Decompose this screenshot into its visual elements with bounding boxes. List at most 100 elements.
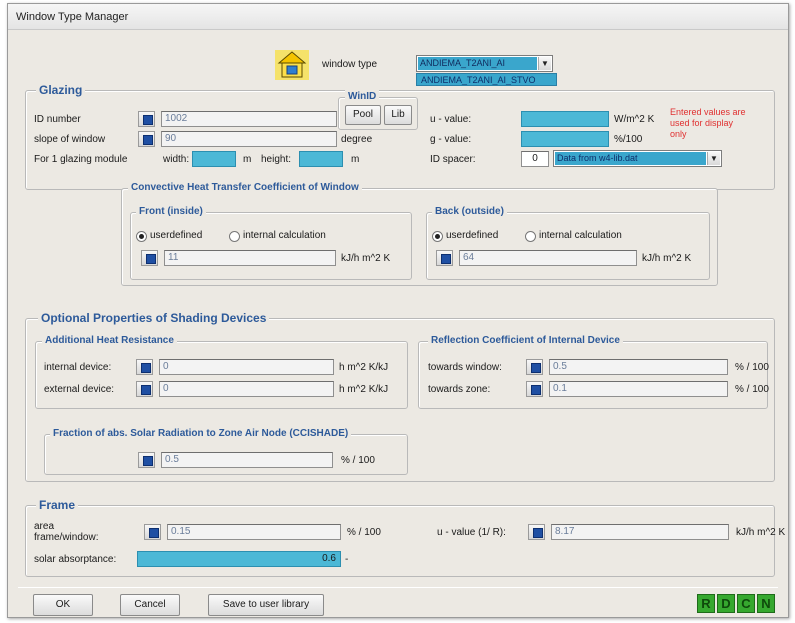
resistance-group xyxy=(35,341,408,409)
spacer-source-value: Data from w4-lib.dat xyxy=(555,152,706,165)
window-type-value: ANDIEMA_T2ANI_AI xyxy=(418,57,537,70)
d-button[interactable]: D xyxy=(717,594,735,613)
frame-u-value-unit: kJ/h m^2 K xyxy=(736,527,786,538)
footer-divider xyxy=(18,587,778,588)
title-bar: Window Type Manager xyxy=(8,4,788,30)
back-internal-label: internal calculation xyxy=(539,230,622,241)
reflection-group xyxy=(418,341,768,409)
cancel-button[interactable]: Cancel xyxy=(120,594,180,616)
spacer-source-select[interactable]: Data from w4-lib.dat ▼ xyxy=(553,150,722,167)
back-value-field[interactable]: 64 xyxy=(459,250,637,266)
front-internal-radio[interactable] xyxy=(229,231,240,242)
towards-window-label: towards window: xyxy=(428,362,502,373)
fraction-field[interactable]: 0.5 xyxy=(161,452,333,468)
towards-window-picker-button[interactable] xyxy=(526,359,543,375)
g-value-unit: %/100 xyxy=(614,134,643,145)
convective-title: Convective Heat Transfer Coefficient of … xyxy=(128,181,362,195)
front-title: Front (inside) xyxy=(136,205,206,219)
front-userdefined-radio[interactable] xyxy=(136,231,147,242)
internal-device-label: internal device: xyxy=(44,362,112,373)
window-type-label: window type xyxy=(322,59,378,70)
solar-absorptance-suffix: - xyxy=(345,554,349,565)
g-value-field[interactable] xyxy=(521,131,609,147)
area-label-line1: area xyxy=(34,521,55,532)
back-title: Back (outside) xyxy=(432,205,507,219)
frame-title: Frame xyxy=(36,498,79,512)
front-internal-label: internal calculation xyxy=(243,230,326,241)
u-value-label: u - value: xyxy=(430,114,472,125)
back-userdefined-label: userdefined xyxy=(446,230,499,241)
back-unit: kJ/h m^2 K xyxy=(642,253,692,264)
window-type-select[interactable]: ANDIEMA_T2ANI_AI ▼ xyxy=(416,55,553,72)
towards-window-field[interactable]: 0.5 xyxy=(549,359,728,375)
internal-device-field[interactable]: 0 xyxy=(159,359,334,375)
window-type-manager-dialog: Window Type Manager window type ANDIEMA_… xyxy=(7,3,789,618)
chevron-down-icon[interactable]: ▼ xyxy=(538,57,551,70)
external-device-picker-button[interactable] xyxy=(136,381,153,397)
internal-device-unit: h m^2 K/kJ xyxy=(339,362,389,373)
front-userdefined-label: userdefined xyxy=(150,230,203,241)
towards-window-unit: % / 100 xyxy=(735,362,769,373)
towards-zone-unit: % / 100 xyxy=(735,384,769,395)
front-picker-button[interactable] xyxy=(141,250,158,266)
area-field[interactable]: 0.15 xyxy=(167,524,341,540)
reflection-title: Reflection Coefficient of Internal Devic… xyxy=(428,334,623,348)
house-icon[interactable] xyxy=(275,50,309,80)
window-type-dropdown-item[interactable]: ANDIEMA_T2ANI_AI_STVO xyxy=(416,73,557,86)
frame-u-value-field[interactable]: 8.17 xyxy=(551,524,729,540)
slope-picker-button[interactable] xyxy=(138,131,155,147)
winid-title: WinID xyxy=(345,90,380,104)
pool-button[interactable]: Pool xyxy=(345,105,381,125)
front-group xyxy=(130,212,412,280)
internal-device-picker-button[interactable] xyxy=(136,359,153,375)
c-button[interactable]: C xyxy=(737,594,755,613)
glazing-module-label: For 1 glazing module xyxy=(34,154,128,165)
ok-button[interactable]: OK xyxy=(33,594,93,616)
id-number-picker-button[interactable] xyxy=(138,111,155,127)
width-label: width: xyxy=(163,154,190,165)
width-field[interactable] xyxy=(192,151,236,167)
id-number-field[interactable]: 1002 xyxy=(161,111,337,127)
id-number-label: ID number xyxy=(34,114,81,125)
height-unit: m xyxy=(351,154,360,165)
height-label: height: xyxy=(261,154,292,165)
save-to-user-library-button[interactable]: Save to user library xyxy=(208,594,324,616)
slope-unit: degree xyxy=(341,134,373,145)
area-picker-button[interactable] xyxy=(144,524,161,540)
towards-zone-picker-button[interactable] xyxy=(526,381,543,397)
chevron-down-icon[interactable]: ▼ xyxy=(707,152,720,165)
external-device-unit: h m^2 K/kJ xyxy=(339,384,389,395)
area-unit: % / 100 xyxy=(347,527,381,538)
g-value-label: g - value: xyxy=(430,134,472,145)
external-device-label: external device: xyxy=(44,384,115,395)
back-picker-button[interactable] xyxy=(436,250,453,266)
back-userdefined-radio[interactable] xyxy=(432,231,443,242)
fraction-unit: % / 100 xyxy=(341,455,375,466)
frame-u-value-picker-button[interactable] xyxy=(528,524,545,540)
area-label-line2: frame/window: xyxy=(34,532,99,543)
fraction-title: Fraction of abs. Solar Radiation to Zone… xyxy=(50,427,352,441)
id-spacer-label: ID spacer: xyxy=(430,154,476,165)
height-field[interactable] xyxy=(299,151,343,167)
solar-absorptance-field[interactable]: 0.6 xyxy=(137,551,341,567)
n-button[interactable]: N xyxy=(757,594,775,613)
slope-field[interactable]: 90 xyxy=(161,131,337,147)
lib-button[interactable]: Lib xyxy=(384,105,412,125)
fraction-picker-button[interactable] xyxy=(138,452,155,468)
frame-u-value-label: u - value (1/ R): xyxy=(437,527,506,538)
u-value-unit: W/m^2 K xyxy=(614,114,655,125)
id-spacer-field[interactable]: 0 xyxy=(521,151,549,167)
front-value-field[interactable]: 11 xyxy=(164,250,336,266)
solar-absorptance-label: solar absorptance: xyxy=(34,554,117,565)
u-value-field[interactable] xyxy=(521,111,609,127)
back-group xyxy=(426,212,710,280)
glazing-title: Glazing xyxy=(36,83,86,97)
towards-zone-field[interactable]: 0.1 xyxy=(549,381,728,397)
width-unit: m xyxy=(243,154,252,165)
r-button[interactable]: R xyxy=(697,594,715,613)
external-device-field[interactable]: 0 xyxy=(159,381,334,397)
front-unit: kJ/h m^2 K xyxy=(341,253,391,264)
display-only-note: Entered values are used for display only xyxy=(670,107,746,139)
back-internal-radio[interactable] xyxy=(525,231,536,242)
slope-label: slope of window xyxy=(34,134,106,145)
